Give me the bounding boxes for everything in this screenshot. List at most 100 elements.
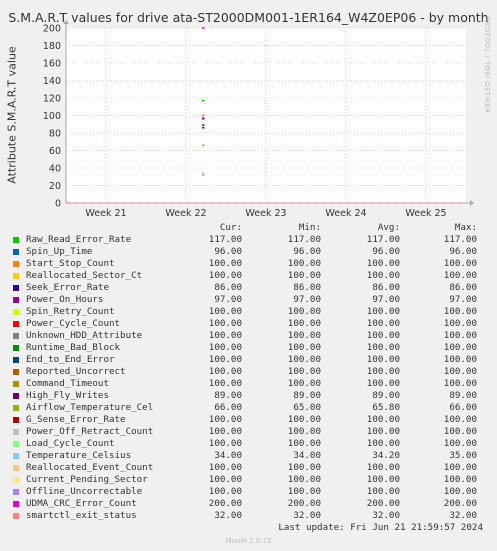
y-tick-label: 40 — [49, 164, 61, 175]
legend-min-value: 117.00 — [287, 234, 321, 245]
legend-swatch — [13, 488, 19, 495]
legend-series-name: Spin_Retry_Count — [26, 306, 115, 317]
last-update: Last update: Fri Jun 21 21:59:57 2024 — [278, 522, 483, 533]
x-tick-label: Week 22 — [165, 208, 206, 219]
legend-swatch — [13, 356, 19, 363]
legend-swatch — [13, 344, 19, 351]
legend-avg-value: 100.00 — [366, 354, 400, 365]
legend-row: Power_On_Hours 97.00 97.00 97.00 97.00 — [10, 294, 490, 306]
header-avg: Avg: — [377, 222, 400, 233]
legend-cur-value: 66.00 — [214, 402, 242, 413]
legend-series-name: Raw_Read_Error_Rate — [26, 234, 132, 245]
y-tick-label: 100 — [43, 111, 61, 122]
legend-swatch — [13, 416, 19, 423]
legend-avg-value: 86.00 — [372, 282, 400, 293]
legend-swatch — [13, 428, 19, 435]
legend-min-value: 100.00 — [287, 486, 321, 497]
legend-series-name: Spin_Up_Time — [26, 246, 93, 257]
y-tick-label: 80 — [49, 129, 61, 140]
legend-min-value: 32.00 — [293, 510, 321, 521]
y-axis-arrow — [63, 20, 69, 24]
legend-cur-value: 97.00 — [214, 294, 242, 305]
header-max: Max: — [454, 222, 477, 233]
legend-min-value: 89.00 — [293, 390, 321, 401]
header-cur: Cur: — [219, 222, 242, 233]
legend-max-value: 96.00 — [449, 246, 477, 257]
chart-plot: 0 20 40 60 80 100 120 140 160 180 200 Week 21 Week 2… — [43, 20, 474, 219]
legend-row: Reallocated_Sector_Ct 100.00 100.00 100.00 1… — [10, 270, 490, 282]
legend-max-value: 100.00 — [443, 366, 477, 377]
legend-row: Runtime_Bad_Block 100.00 100.00 100.00 100.0… — [10, 342, 490, 354]
legend-row: Start_Stop_Count 100.00 100.00 100.00 100.00 — [10, 258, 490, 270]
legend-avg-value: 100.00 — [366, 438, 400, 449]
x-axis-arrow — [470, 200, 474, 206]
legend-series-name: Reported_Uncorrect — [26, 366, 126, 377]
legend-swatch — [13, 500, 19, 507]
legend-cur-value: 34.00 — [214, 450, 242, 461]
legend-series-name: Power_On_Hours — [26, 294, 104, 305]
legend-avg-value: 65.80 — [372, 402, 400, 413]
legend-avg-value: 97.00 — [372, 294, 400, 305]
legend-min-value: 65.00 — [293, 402, 321, 413]
legend-cur-value: 100.00 — [208, 354, 242, 365]
legend-cur-value: 89.00 — [214, 390, 242, 401]
legend-avg-value: 117.00 — [366, 234, 400, 245]
legend-series-name: Unknown_HDD_Attribute — [26, 330, 143, 341]
legend-cur-value: 32.00 — [214, 510, 242, 521]
legend-avg-value: 100.00 — [366, 258, 400, 269]
legend-avg-value: 100.00 — [366, 426, 400, 437]
legend-min-value: 100.00 — [287, 366, 321, 377]
legend-max-value: 100.00 — [443, 270, 477, 281]
legend-max-value: 100.00 — [443, 330, 477, 341]
legend-cur-value: 100.00 — [208, 426, 242, 437]
legend-cur-value: 117.00 — [208, 234, 242, 245]
legend-series-name: Reallocated_Sector_Ct — [26, 270, 143, 281]
legend-avg-value: 100.00 — [366, 414, 400, 425]
legend-row: G_Sense_Error_Rate 100.00 100.00 100.00 100.… — [10, 414, 490, 426]
legend-series-name: Load_Cycle_Count — [26, 438, 115, 449]
legend-max-value: 32.00 — [449, 510, 477, 521]
legend-max-value: 100.00 — [443, 474, 477, 485]
legend-cur-value: 100.00 — [208, 306, 242, 317]
legend-cur-value: 100.00 — [208, 474, 242, 485]
y-tick-label: 0 — [55, 199, 61, 210]
legend-cur-value: 100.00 — [208, 318, 242, 329]
legend-max-value: 100.00 — [443, 438, 477, 449]
legend-avg-value: 100.00 — [366, 462, 400, 473]
legend-min-value: 100.00 — [287, 462, 321, 473]
legend-cur-value: 100.00 — [208, 486, 242, 497]
legend-avg-value: 100.00 — [366, 378, 400, 389]
legend-max-value: 35.00 — [449, 450, 477, 461]
legend-swatch — [13, 260, 19, 267]
y-tick-label: 120 — [43, 94, 61, 105]
legend-swatch — [13, 284, 19, 291]
legend-min-value: 100.00 — [287, 270, 321, 281]
legend-max-value: 100.00 — [443, 342, 477, 353]
legend-min-value: 100.00 — [287, 414, 321, 425]
legend-max-value: 100.00 — [443, 378, 477, 389]
legend-min-value: 100.00 — [287, 342, 321, 353]
legend-max-value: 100.00 — [443, 306, 477, 317]
legend-row: Raw_Read_Error_Rate 117.00 117.00 117.00 117… — [10, 234, 490, 246]
legend-series-name: smartctl_exit_status — [26, 510, 137, 521]
legend-swatch — [13, 440, 19, 447]
legend-row: Command_Timeout 100.00 100.00 100.00 100.00 — [10, 378, 490, 390]
legend-min-value: 97.00 — [293, 294, 321, 305]
legend-series-name: Reallocated_Event_Count — [26, 462, 154, 473]
legend-cur-value: 100.00 — [208, 258, 242, 269]
legend-min-value: 34.00 — [293, 450, 321, 461]
legend-min-value: 100.00 — [287, 474, 321, 485]
legend-swatch — [13, 368, 19, 375]
legend-avg-value: 96.00 — [372, 246, 400, 257]
legend-series-name: Temperature_Celsius — [26, 450, 132, 461]
legend-max-value: 89.00 — [449, 390, 477, 401]
legend-swatch — [13, 512, 19, 519]
legend-avg-value: 100.00 — [366, 270, 400, 281]
legend-max-value: 200.00 — [443, 498, 477, 509]
legend-row: Power_Cycle_Count 100.00 100.00 100.00 100.0… — [10, 318, 490, 330]
legend-row: Power_Off_Retract_Count 100.00 100.00 100.0… — [10, 426, 490, 438]
legend-row: High_Fly_Writes 89.00 89.00 89.00 89.00 — [10, 390, 490, 402]
legend-swatch — [13, 392, 19, 399]
legend-row: Spin_Retry_Count 100.00 100.00 100.00 100.00 — [10, 306, 490, 318]
legend-min-value: 100.00 — [287, 258, 321, 269]
